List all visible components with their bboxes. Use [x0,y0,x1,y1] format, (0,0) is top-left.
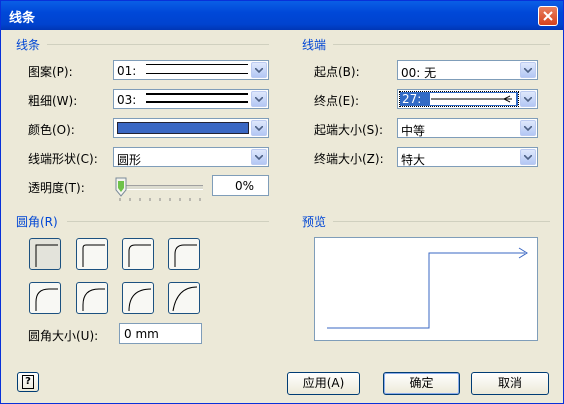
begin-size-value: 中等 [401,124,426,138]
chevron-down-icon [524,155,532,160]
pattern-select[interactable]: 01: [113,60,269,80]
weight-preview-line [146,93,248,103]
chevron-down-icon [255,155,263,160]
rounded-corner-icon [172,286,198,312]
begin-size-select[interactable]: 中等 [397,118,538,138]
corner-option-square[interactable] [29,238,61,270]
corner-option-2[interactable] [122,238,154,270]
rounded-corner-icon [128,244,151,267]
title-bar: 线条 [1,1,563,30]
corners-section-divider [67,221,269,222]
end-select[interactable]: 27: [397,89,538,109]
color-dropdown-button[interactable] [251,120,267,136]
transparency-slider-thumb[interactable] [115,177,127,197]
cancel-button[interactable]: 取消 [471,372,549,395]
color-label: 颜色(O): [28,123,75,137]
arrow-end-preview-icon [430,93,516,105]
corner-size-input[interactable]: 0 mm [119,323,202,344]
cap-label: 线端形状(C): [28,152,98,166]
preview-section-divider [333,221,550,222]
close-icon [543,11,553,21]
weight-label: 粗细(W): [28,94,78,108]
help-icon: ? [22,375,34,389]
end-size-dropdown-button[interactable] [520,149,536,165]
apply-button[interactable]: 应用(A) [287,372,360,395]
rounded-corner-icon [128,288,152,312]
begin-dropdown-button[interactable] [520,62,536,78]
corner-option-1[interactable] [76,238,108,270]
weight-value: 03: [117,93,137,107]
chevron-down-icon [524,68,532,73]
corner-size-label: 圆角大小(U): [28,329,99,343]
begin-value: 00: 无 [401,66,437,80]
line-dialog: 线条 线条 图案(P): 01: 粗细(W): 03: 颜色(O): 线端形状(… [0,0,564,404]
line-section-heading: 线条 [16,38,41,52]
help-button[interactable]: ? [17,372,39,392]
transparency-value: 0% [235,179,255,193]
begin-size-label: 起端大小(S): [314,123,384,137]
end-size-select[interactable]: 特大 [397,147,538,167]
weight-select[interactable]: 03: [113,89,269,109]
ends-section-divider [333,44,550,45]
close-button[interactable] [538,6,558,26]
rounded-corner-icon [82,288,105,311]
chevron-down-icon [255,68,263,73]
corner-option-4[interactable] [29,282,61,314]
pattern-label: 图案(P): [28,65,73,79]
begin-label: 起点(B): [314,65,360,79]
line-preview-graphic [327,247,528,329]
ends-section-heading: 线端 [302,38,327,52]
end-size-value: 特大 [401,153,426,167]
end-dropdown-button[interactable] [520,91,536,107]
end-size-label: 终端大小(Z): [314,152,384,166]
slider-ticks [119,198,201,201]
line-section-divider [47,44,269,45]
rounded-corner-icon [174,244,197,267]
preview-box [314,237,538,341]
pattern-preview-line [146,64,248,74]
corner-size-value: 0 mm [124,327,159,341]
chevron-down-icon [255,126,263,131]
weight-dropdown-button[interactable] [251,91,267,107]
cap-select[interactable]: 圆形 [113,147,269,167]
preview-section-heading: 预览 [302,215,327,229]
transparency-label: 透明度(T): [28,181,85,195]
cap-dropdown-button[interactable] [251,149,267,165]
begin-select[interactable]: 00: 无 [397,60,538,80]
transparency-input[interactable]: 0% [212,175,269,196]
ok-button[interactable]: 确定 [383,372,460,395]
corner-option-7[interactable] [168,282,200,314]
color-swatch [117,122,249,134]
corner-option-3[interactable] [168,238,200,270]
pattern-dropdown-button[interactable] [251,62,267,78]
chevron-down-icon [524,126,532,131]
corner-option-5[interactable] [76,282,108,314]
chevron-down-icon [255,97,263,102]
end-value: 27: [402,92,422,106]
rounded-corner-icon [35,288,58,311]
cap-value: 圆形 [117,153,142,167]
color-select[interactable] [113,118,269,138]
transparency-slider-track[interactable] [119,185,203,190]
corner-option-6[interactable] [122,282,154,314]
dialog-title: 线条 [9,11,36,26]
pattern-value: 01: [117,64,137,78]
end-selection-highlight: 27: [399,91,519,107]
rounded-corner-icon [82,244,105,267]
square-corner-icon [35,244,58,267]
chevron-down-icon [524,97,532,102]
corners-section-heading: 圆角(R) [16,215,58,229]
end-label: 终点(E): [314,94,359,108]
begin-size-dropdown-button[interactable] [520,120,536,136]
